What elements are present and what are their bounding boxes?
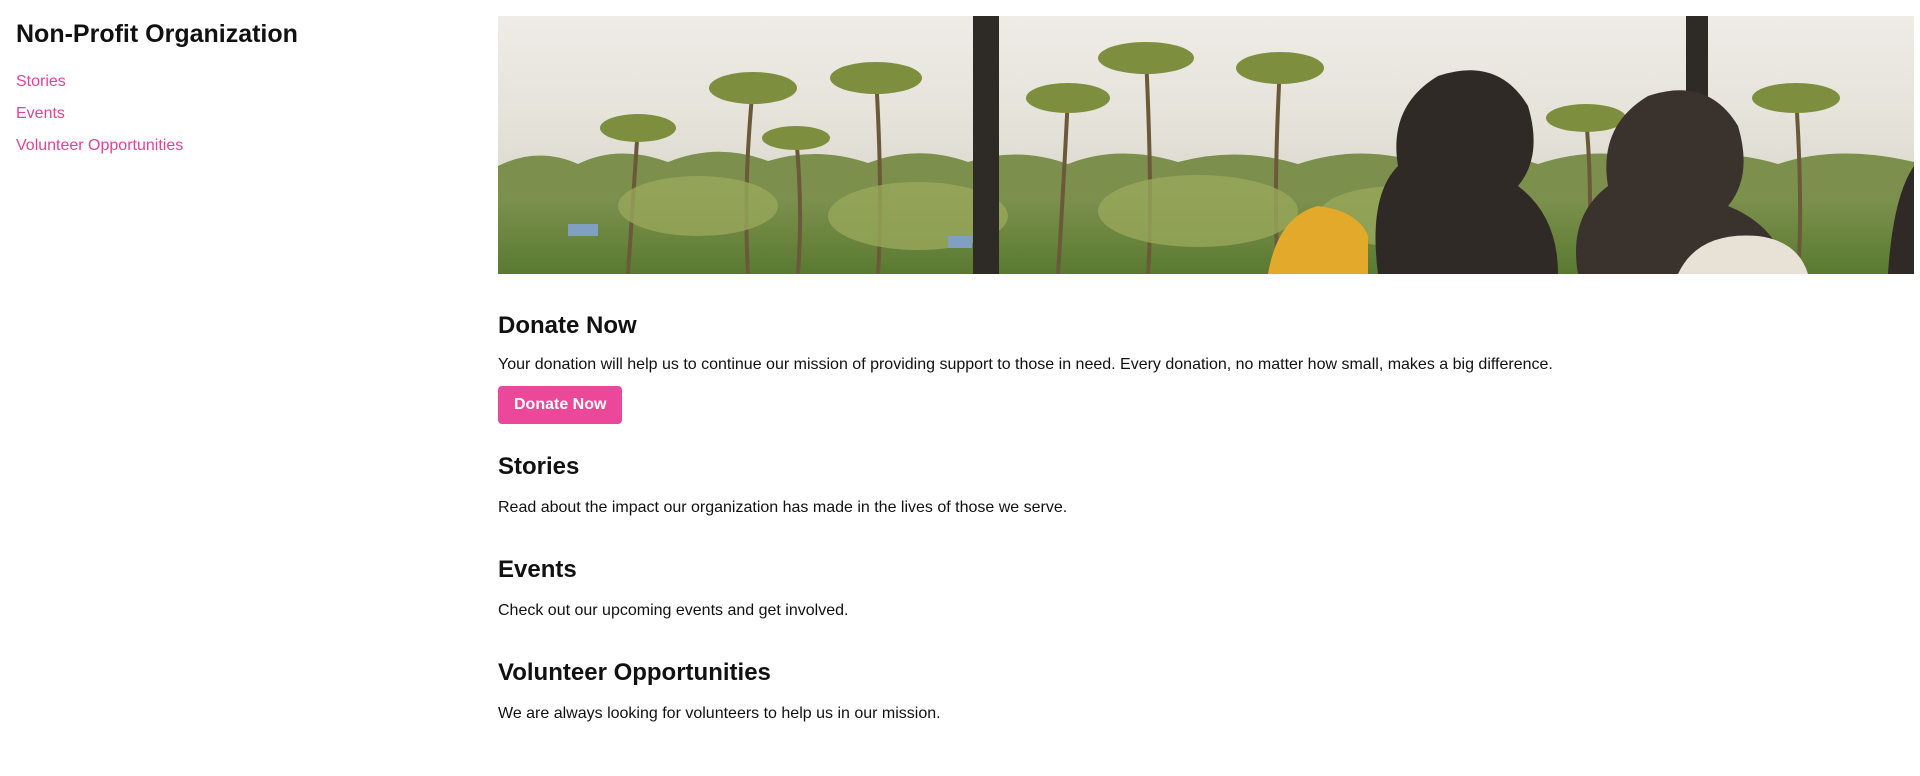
- donate-now-button[interactable]: Donate Now: [498, 386, 623, 424]
- volunteer-heading: Volunteer Opportunities: [498, 659, 771, 686]
- main-content: Donate Now Your donation will help us to…: [498, 16, 1914, 724]
- events-description: Check out our upcoming events and get in…: [498, 602, 849, 619]
- sidebar-nav: Stories Events Volunteer Opportunities: [16, 72, 476, 156]
- site-title: Non-Profit Organization: [16, 20, 298, 48]
- hero-photo: [498, 16, 1914, 274]
- donate-description: Your donation will help us to continue o…: [498, 356, 1553, 373]
- volunteer-section: Volunteer Opportunities We are always lo…: [498, 658, 1914, 724]
- events-heading: Events: [498, 556, 577, 583]
- nav-link-stories[interactable]: Stories: [16, 72, 476, 92]
- stories-heading: Stories: [498, 453, 580, 480]
- hero-image: [498, 16, 1914, 274]
- stories-description: Read about the impact our organization h…: [498, 499, 1068, 516]
- donate-section: Donate Now Your donation will help us to…: [498, 311, 1914, 424]
- stories-section: Stories Read about the impact our organi…: [498, 452, 1914, 518]
- nav-link-volunteer-opportunities[interactable]: Volunteer Opportunities: [16, 136, 476, 156]
- volunteer-description: We are always looking for volunteers to …: [498, 705, 941, 722]
- nav-link-events[interactable]: Events: [16, 104, 476, 124]
- donate-heading: Donate Now: [498, 312, 637, 339]
- sidebar: Non-Profit Organization Stories Events V…: [16, 18, 476, 168]
- events-section: Events Check out our upcoming events and…: [498, 555, 1914, 621]
